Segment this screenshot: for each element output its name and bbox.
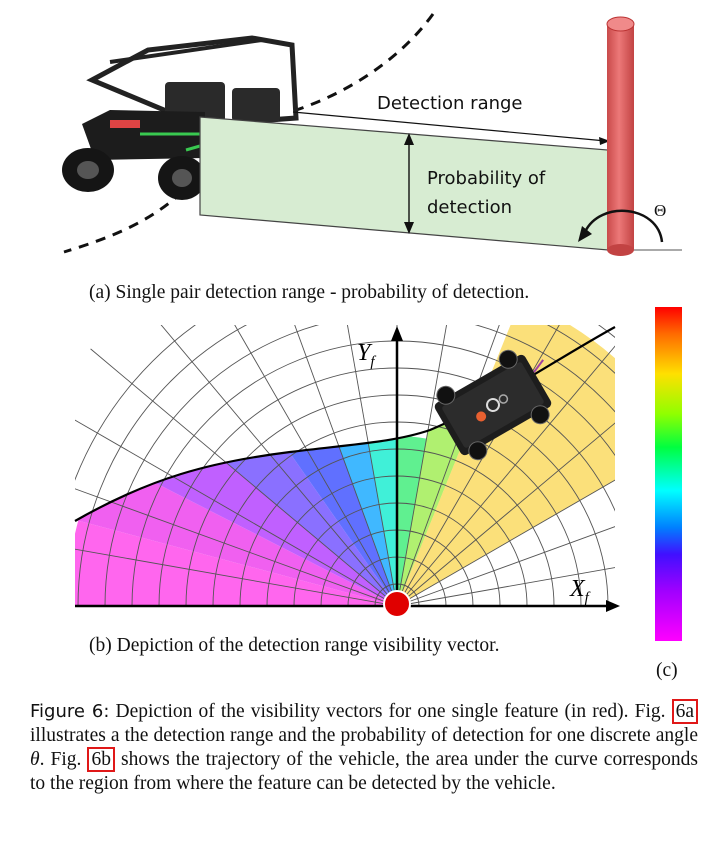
figure-caption-text-3: . Fig. [39, 749, 88, 770]
range-boundary-dashed-lower [63, 190, 184, 254]
probability-label-line2: detection [427, 197, 512, 218]
theta-symbol: θ [30, 749, 40, 770]
figure-ref-6a[interactable]: 6a [671, 699, 698, 724]
figure-caption-text-1: Depiction of the visibility vectors for … [109, 701, 672, 722]
figure-caption-text-2: illustrates a the detection range and th… [30, 725, 698, 746]
figure-caption-prefix: Figure 6: [30, 701, 110, 722]
figure-ref-6b[interactable]: 6b [87, 747, 115, 772]
detection-probability-panel [199, 116, 609, 251]
feature-pillar [606, 16, 635, 256]
subfigure-a: Detection range Probability of detection… [62, 13, 682, 303]
subfigure-b: Yf Xf (b) Depiction of the detection ran… [74, 325, 620, 656]
visibility-sectors [75, 325, 615, 606]
colorbar [655, 307, 682, 641]
detection-range-label: Detection range [377, 93, 523, 114]
subfig-a-caption: (a) Single pair detection range - probab… [89, 282, 529, 303]
theta-label: Θ [654, 201, 666, 220]
x-axis-label: Xf [569, 576, 591, 606]
probability-label-line1: Probability of [427, 168, 546, 189]
figure-caption: Figure 6: Depiction of the visibility ve… [30, 699, 699, 796]
figure-caption-text-4: shows the trajectory of the vehicle, the… [30, 749, 699, 794]
feature-marker [383, 590, 411, 618]
subfig-b-caption: (b) Depiction of the detection range vis… [89, 635, 499, 656]
subfigure-c: (c) [655, 307, 682, 681]
subfig-c-label: (c) [656, 660, 678, 681]
